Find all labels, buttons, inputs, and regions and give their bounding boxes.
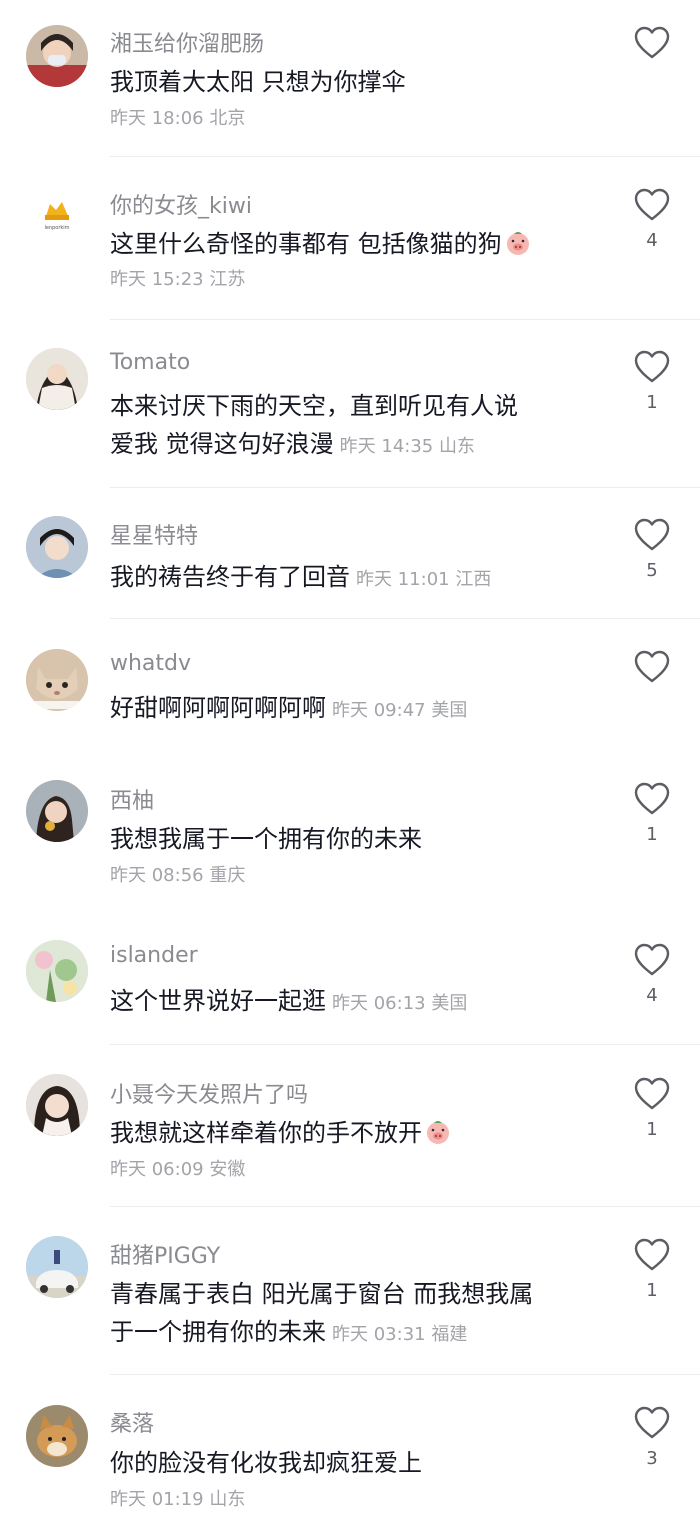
like-button[interactable]: 4 — [632, 943, 672, 1006]
comment-meta: 昨天 06:09 安徽 — [110, 1159, 246, 1180]
comment-text: 我顶着大太阳 只想为你撑伞 — [110, 68, 406, 96]
heart-icon — [634, 26, 670, 59]
like-count: 4 — [646, 230, 658, 251]
avatar[interactable] — [26, 348, 88, 410]
heart-icon — [634, 650, 670, 683]
avatar[interactable] — [26, 25, 88, 87]
comment-item: islander 这个世界说好一起逛 昨天 06:13 美国 4 — [0, 910, 700, 1045]
comment-meta: 昨天 14:35 山东 — [339, 436, 475, 457]
like-count: 1 — [646, 392, 658, 413]
comment-text: 好甜啊阿啊阿啊阿啊 昨天 09:47 美国 — [110, 694, 468, 722]
heart-icon — [634, 1406, 670, 1439]
comment-text: 我想就这样牵着你的手不放开 — [110, 1114, 600, 1152]
username[interactable]: whatdv — [110, 651, 191, 676]
comment-meta: 昨天 11:01 江西 — [356, 569, 492, 590]
comment-text: 青春属于表白 阳光属于窗台 而我想我属 于一个拥有你的未来 昨天 03:31 福建 — [110, 1280, 534, 1346]
comment-meta: 昨天 15:23 江苏 — [110, 269, 246, 290]
comment-meta: 昨天 08:56 重庆 — [110, 865, 246, 886]
avatar[interactable] — [26, 1405, 88, 1467]
like-button[interactable]: 1 — [632, 1238, 672, 1301]
like-count: 4 — [646, 985, 658, 1006]
comment-meta: 昨天 03:31 福建 — [332, 1324, 468, 1345]
like-count: 3 — [646, 1448, 658, 1469]
pig-face-emoji — [506, 232, 529, 255]
comment-meta: 昨天 06:13 美国 — [332, 993, 468, 1014]
avatar[interactable] — [26, 780, 88, 842]
avatar[interactable] — [26, 516, 88, 578]
comment-item: whatdv 好甜啊阿啊阿啊阿啊 昨天 09:47 美国 — [0, 619, 700, 750]
svg-text:lenporkim: lenporkim — [44, 225, 69, 231]
comment-item: Tomato 本来讨厌下雨的天空，直到听见有人说 爱我 觉得这句好浪漫 昨天 14:… — [0, 320, 700, 488]
username[interactable]: 湘玉给你溜肥肠 — [110, 26, 264, 58]
comment-text: 这里什么奇怪的事都有 包括像猫的狗 — [110, 225, 600, 263]
comment-item: 西柚 我想我属于一个拥有你的未来 昨天 08:56 重庆 1 — [0, 750, 700, 910]
comment-item: lenporkim 你的女孩_kiwi 这里什么奇怪的事都有 包括像猫的狗 昨天… — [0, 157, 700, 320]
like-count — [632, 692, 672, 712]
username[interactable]: 你的女孩_kiwi — [110, 188, 252, 220]
username[interactable]: islander — [110, 943, 198, 968]
heart-icon — [634, 350, 670, 383]
like-button[interactable]: 1 — [632, 782, 672, 845]
comment-item: 甜猪PIGGY 青春属于表白 阳光属于窗台 而我想我属 于一个拥有你的未来 昨天 0… — [0, 1207, 700, 1375]
comment-text: 这个世界说好一起逛 昨天 06:13 美国 — [110, 987, 468, 1015]
like-count: 1 — [646, 1280, 658, 1301]
like-count: 1 — [646, 1119, 658, 1140]
username[interactable]: 甜猪PIGGY — [110, 1238, 220, 1270]
heart-icon — [634, 1238, 670, 1271]
heart-icon — [634, 943, 670, 976]
like-button[interactable]: 4 — [632, 188, 672, 251]
heart-icon — [634, 518, 670, 551]
avatar[interactable] — [26, 1074, 88, 1136]
like-button[interactable] — [632, 26, 672, 88]
comment-item: 小聂今天发照片了吗 我想就这样牵着你的手不放开 昨天 06:09 安徽 1 — [0, 1045, 700, 1207]
comment-item: 桑落 你的脸没有化妆我却疯狂爱上 昨天 01:19 山东 3 — [0, 1375, 700, 1533]
heart-icon — [634, 1077, 670, 1110]
comment-text: 我想我属于一个拥有你的未来 — [110, 825, 422, 853]
heart-icon — [634, 782, 670, 815]
pig-face-emoji — [427, 1121, 449, 1144]
like-button[interactable]: 1 — [632, 350, 672, 413]
like-button[interactable]: 5 — [632, 518, 672, 581]
comment-item: 星星特特 我的祷告终于有了回音 昨天 11:01 江西 5 — [0, 488, 700, 619]
comment-meta: 昨天 09:47 美国 — [332, 700, 468, 721]
like-button[interactable] — [632, 650, 672, 712]
username[interactable]: 小聂今天发照片了吗 — [110, 1077, 308, 1109]
comment-meta: 昨天 18:06 北京 — [110, 108, 246, 129]
comment-text: 你的脸没有化妆我却疯狂爱上 — [110, 1449, 422, 1477]
username[interactable]: 西柚 — [110, 783, 154, 815]
avatar[interactable]: lenporkim — [26, 182, 88, 244]
avatar[interactable] — [26, 940, 88, 1002]
like-button[interactable]: 3 — [632, 1406, 672, 1469]
comment-meta: 昨天 01:19 山东 — [110, 1489, 246, 1510]
like-count: 1 — [646, 824, 658, 845]
avatar[interactable] — [26, 649, 88, 711]
like-button[interactable]: 1 — [632, 1077, 672, 1140]
like-count: 5 — [646, 560, 658, 581]
comment-text: 本来讨厌下雨的天空，直到听见有人说 爱我 觉得这句好浪漫 昨天 14:35 山东 — [110, 392, 518, 458]
avatar[interactable] — [26, 1236, 88, 1298]
username[interactable]: Tomato — [110, 350, 190, 375]
username[interactable]: 星星特特 — [110, 518, 198, 550]
comment-text: 我的祷告终于有了回音 昨天 11:01 江西 — [110, 563, 492, 591]
heart-icon — [634, 188, 670, 221]
comment-item: 湘玉给你溜肥肠 我顶着大太阳 只想为你撑伞 昨天 18:06 北京 — [0, 0, 700, 157]
like-count — [632, 68, 672, 88]
username[interactable]: 桑落 — [110, 1406, 154, 1438]
comment-list: 湘玉给你溜肥肠 我顶着大太阳 只想为你撑伞 昨天 18:06 北京 lenpor… — [0, 0, 700, 1533]
